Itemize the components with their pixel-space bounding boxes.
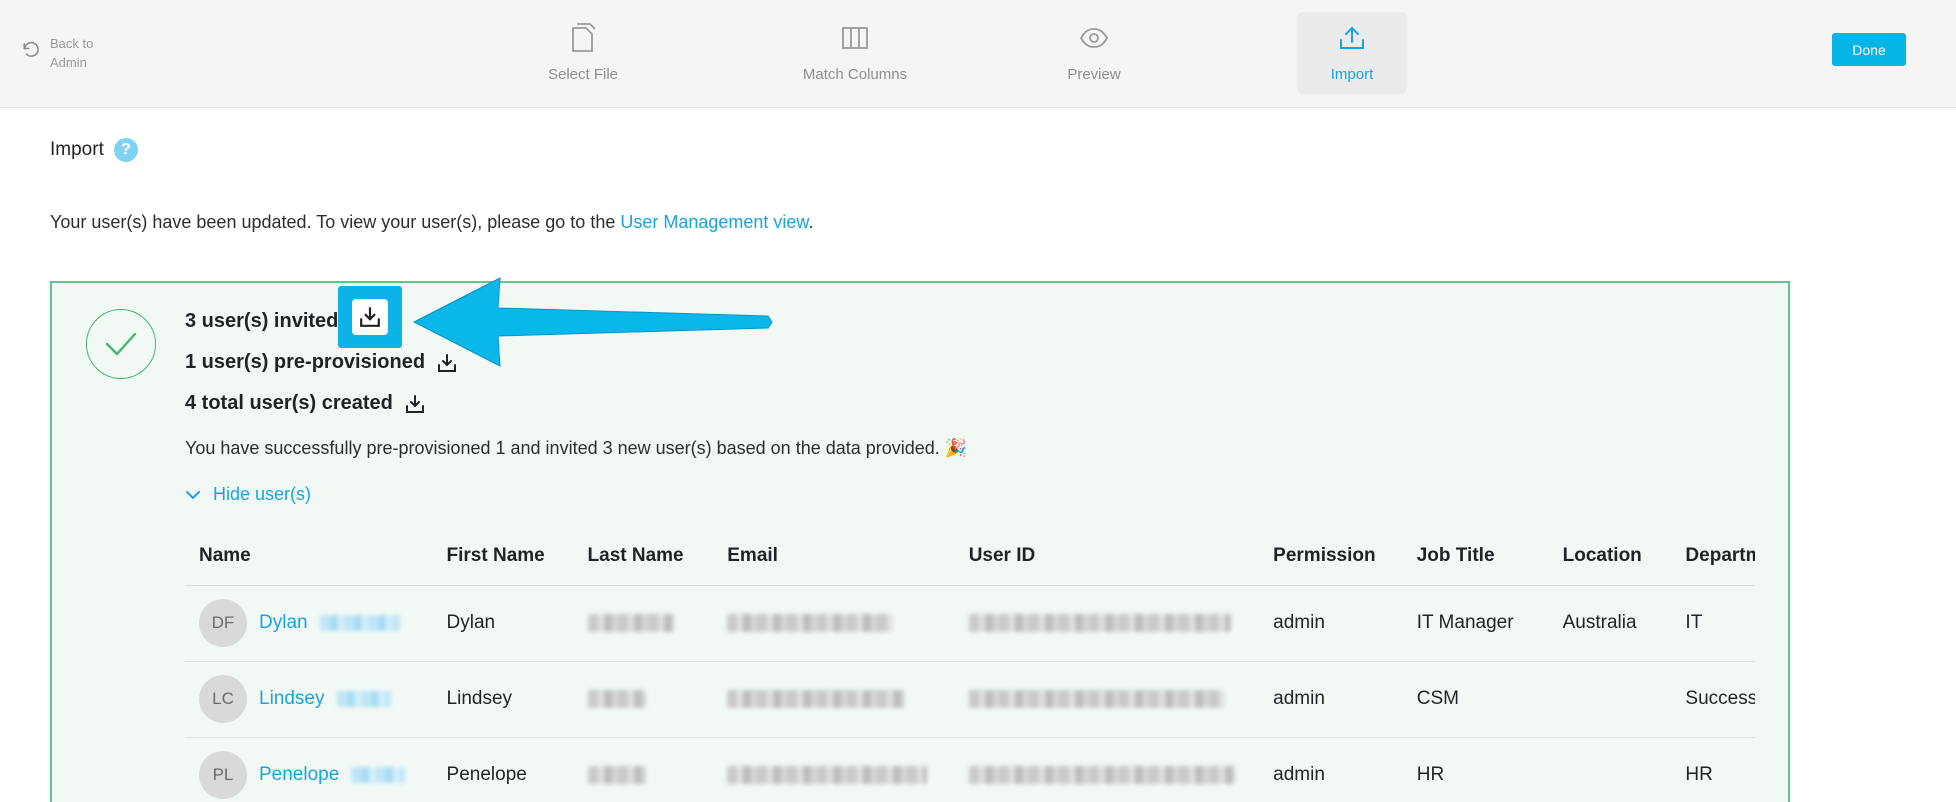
job-title-cell: IT Manager xyxy=(1402,585,1549,662)
first-name-cell: Penelope xyxy=(432,737,574,802)
file-icon xyxy=(572,23,596,52)
user-name-link[interactable]: Penelope xyxy=(259,764,339,786)
permission-cell: admin xyxy=(1259,585,1403,662)
done-button[interactable]: Done xyxy=(1832,33,1906,66)
user-name-link[interactable]: Dylan xyxy=(259,612,308,634)
job-title-cell: CSM xyxy=(1402,661,1549,738)
column-header-first-name: First Name xyxy=(432,527,574,586)
permission-cell: admin xyxy=(1259,737,1403,802)
eye-icon xyxy=(1079,28,1109,48)
redacted-text xyxy=(968,613,1231,632)
first-name-cell: Dylan xyxy=(432,585,574,662)
help-icon[interactable]: ? xyxy=(113,138,138,162)
step-match-columns-label: Match Columns xyxy=(802,66,908,83)
redacted-text xyxy=(968,765,1235,784)
invited-summary-text: 3 user(s) invited xyxy=(185,310,339,332)
users-table: Name First Name Last Name Email User ID … xyxy=(185,527,1755,802)
undo-icon xyxy=(23,41,39,57)
users-table-container[interactable]: Name First Name Last Name Email User ID … xyxy=(185,527,1755,802)
table-row: DF Dylan Dylan admin IT Manager Australi… xyxy=(185,585,1755,662)
total-created-summary-text: 4 total user(s) created xyxy=(185,392,393,414)
permission-cell: admin xyxy=(1259,661,1403,738)
success-message: You have successfully pre-provisioned 1 … xyxy=(185,438,968,458)
column-header-permission: Permission xyxy=(1259,527,1403,586)
step-select-file-label: Select File xyxy=(547,66,619,83)
step-preview[interactable]: Preview xyxy=(1039,12,1149,94)
user-name-link[interactable]: Lindsey xyxy=(259,688,325,710)
page-title: Import ? xyxy=(50,138,138,162)
redacted-text xyxy=(319,615,400,631)
column-header-last-name: Last Name xyxy=(573,527,714,586)
download-invited-button[interactable] xyxy=(338,286,402,348)
preprovisioned-summary-text: 1 user(s) pre-provisioned xyxy=(185,351,426,373)
step-match-columns[interactable]: Match Columns xyxy=(799,12,911,94)
column-header-email: Email xyxy=(713,527,955,586)
step-preview-label: Preview xyxy=(1067,66,1121,83)
column-header-location: Location xyxy=(1548,527,1672,586)
upload-icon xyxy=(1340,26,1364,49)
location-cell xyxy=(1548,661,1672,738)
first-name-cell: Lindsey xyxy=(432,661,574,738)
update-message-prefix: Your user(s) have been updated. To view … xyxy=(50,212,621,232)
page-title-text: Import xyxy=(50,139,104,160)
location-cell xyxy=(1548,737,1672,802)
chevron-down-icon xyxy=(186,490,200,499)
table-row: LC Lindsey Lindsey admin CSM Success xyxy=(185,661,1755,738)
redacted-text xyxy=(968,689,1225,708)
table-row: PL Penelope Penelope admin HR HR xyxy=(185,737,1755,802)
user-management-link[interactable]: User Management view xyxy=(620,212,808,232)
redacted-text xyxy=(727,689,906,708)
total-created-summary: 4 total user(s) created xyxy=(185,392,425,415)
step-import[interactable]: Import xyxy=(1297,12,1407,94)
annotation-arrow xyxy=(412,277,773,367)
department-cell: IT xyxy=(1671,585,1755,662)
wizard-header: Back to Admin Select File Match Columns … xyxy=(0,0,1956,108)
step-select-file[interactable]: Select File xyxy=(528,12,638,94)
download-total-icon[interactable] xyxy=(405,394,425,414)
update-message-suffix: . xyxy=(808,212,814,232)
avatar: PL xyxy=(199,751,247,799)
department-cell: HR xyxy=(1671,737,1755,802)
job-title-cell: HR xyxy=(1402,737,1549,802)
redacted-text xyxy=(336,691,391,707)
import-results-panel: 3 user(s) invited 1 user(s) pre-provisio… xyxy=(50,281,1790,802)
redacted-text xyxy=(587,765,646,784)
column-header-user-id: User ID xyxy=(954,527,1260,586)
back-to-admin-label: Back to Admin xyxy=(50,36,94,70)
redacted-text xyxy=(587,689,646,708)
update-message: Your user(s) have been updated. To view … xyxy=(50,212,813,233)
success-check-icon xyxy=(86,309,156,379)
department-cell: Success xyxy=(1671,661,1755,738)
location-cell: Australia xyxy=(1548,585,1672,662)
hide-users-toggle[interactable]: Hide user(s) xyxy=(185,484,311,505)
redacted-text xyxy=(727,765,928,784)
download-icon xyxy=(360,307,380,327)
column-header-department: Department xyxy=(1671,527,1755,586)
column-header-job-title: Job Title xyxy=(1402,527,1549,586)
hide-users-label: Hide user(s) xyxy=(213,484,312,504)
redacted-text xyxy=(727,613,894,632)
table-header-row: Name First Name Last Name Email User ID … xyxy=(185,527,1755,586)
invited-summary: 3 user(s) invited xyxy=(185,310,338,333)
column-header-name: Name xyxy=(185,527,433,586)
redacted-text xyxy=(351,767,406,783)
step-import-label: Import xyxy=(1330,66,1374,83)
avatar: DF xyxy=(199,599,247,647)
avatar: LC xyxy=(199,675,247,723)
back-to-admin-link[interactable]: Back to Admin xyxy=(22,34,110,72)
columns-icon xyxy=(842,27,868,49)
redacted-text xyxy=(587,613,674,632)
